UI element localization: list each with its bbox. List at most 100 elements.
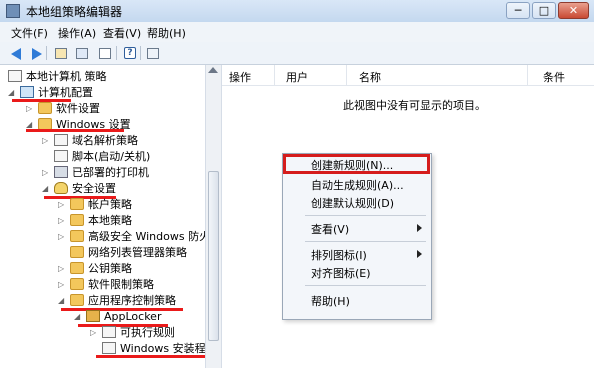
column-separator[interactable] (346, 65, 347, 85)
computer-icon (20, 86, 34, 98)
scroll-up-icon[interactable] (208, 67, 218, 73)
menu-item-line-up-icons[interactable]: 对齐图标(E) (284, 264, 428, 281)
folder-icon (38, 102, 52, 114)
folder-icon (70, 294, 84, 306)
menu-item-arrange-icons[interactable]: 排列图标(I) (284, 246, 428, 263)
tree-item-security-settings[interactable]: ◢ 安全设置 (42, 181, 204, 196)
tree-item-windows-installer[interactable]: Windows 安装程序 (90, 341, 205, 356)
collapsed-arrow-icon[interactable]: ▷ (42, 136, 52, 145)
column-headers: 操作 用户 名称 条件 (222, 65, 594, 86)
collapsed-arrow-icon[interactable]: ▷ (58, 216, 68, 225)
column-header-user[interactable]: 用户 (286, 69, 308, 85)
console-tree-icon[interactable] (73, 45, 90, 61)
tree-item-account-policy[interactable]: ▷ 帐户策略 (58, 197, 204, 212)
tree-item-software-restriction[interactable]: ▷ 软件限制策略 (58, 277, 204, 292)
grid-icon[interactable] (144, 45, 161, 61)
tree-item-scripts[interactable]: 脚本(启动/关机) (42, 149, 204, 164)
applocker-icon (86, 310, 100, 322)
menu-view[interactable]: 查看(V) (103, 25, 141, 41)
printer-icon (54, 166, 68, 178)
tree-label: 网络列表管理器策略 (88, 246, 187, 259)
tree-label: 应用程序控制策略 (88, 294, 176, 307)
tree-item-app-control[interactable]: ◢ 应用程序控制策略 (58, 293, 204, 308)
scrollbar-thumb[interactable] (208, 171, 219, 341)
tree-label: 本地计算机 策略 (26, 70, 107, 83)
menu-item-auto-generate-rules[interactable]: 自动生成规则(A)... (284, 176, 428, 193)
collapsed-arrow-icon[interactable]: ▷ (58, 200, 68, 209)
menu-file[interactable]: 文件(F) (11, 25, 48, 41)
up-folder-icon[interactable] (52, 45, 69, 61)
toolbar-separator (140, 46, 141, 60)
collapsed-arrow-icon[interactable]: ▷ (58, 232, 68, 241)
menu-item-label: 查看(V) (311, 223, 350, 236)
tree-item-deployed-printers[interactable]: ▷ 已部署的打印机 (42, 165, 204, 180)
help-icon[interactable]: ? (121, 45, 138, 61)
expanded-arrow-icon[interactable]: ◢ (8, 88, 18, 97)
column-separator[interactable] (274, 65, 275, 85)
column-separator[interactable] (527, 65, 528, 85)
menu-item-create-default-rules[interactable]: 创建默认规则(D) (284, 194, 428, 211)
tree-item-dns-policy[interactable]: ▷ 域名解析策略 (42, 133, 204, 148)
submenu-arrow-icon (417, 224, 422, 232)
collapsed-arrow-icon[interactable]: ▷ (42, 168, 52, 177)
menu-item-create-new-rule[interactable]: 创建新规则(N)... (283, 154, 430, 174)
back-icon[interactable] (7, 45, 24, 61)
title-bar: 本地组策略编辑器 ─ □ ✕ (0, 0, 594, 23)
policy-icon (8, 70, 22, 82)
menu-item-view[interactable]: 查看(V) (284, 220, 428, 237)
column-header-condition[interactable]: 条件 (543, 69, 565, 85)
menu-item-label: 自动生成规则(A)... (311, 179, 404, 192)
column-header-action[interactable]: 操作 (229, 69, 251, 85)
tree-item-root[interactable]: 本地计算机 策略 (4, 69, 204, 84)
tree-item-software-settings[interactable]: ▷ 软件设置 (26, 101, 204, 116)
app-icon (6, 4, 20, 18)
script-icon (54, 150, 68, 162)
tree-item-local-policy[interactable]: ▷ 本地策略 (58, 213, 204, 228)
collapsed-arrow-icon[interactable]: ▷ (58, 264, 68, 273)
context-menu: 创建新规则(N)... 自动生成规则(A)... 创建默认规则(D) 查看(V)… (282, 153, 432, 320)
tree-item-computer-config[interactable]: ◢ 计算机配置 (8, 85, 204, 100)
folder-icon (70, 230, 84, 242)
tree-label: 脚本(启动/关机) (72, 150, 151, 163)
maximize-button[interactable]: □ (532, 2, 556, 19)
menu-item-help[interactable]: 帮助(H) (284, 292, 428, 309)
tree-item-firewall[interactable]: ▷ 高级安全 Windows 防火墙 (58, 229, 205, 244)
submenu-arrow-icon (417, 250, 422, 258)
tree-label: 软件设置 (56, 102, 100, 115)
collapsed-arrow-icon[interactable]: ▷ (26, 104, 36, 113)
tree-item-applocker[interactable]: ◢ AppLocker (74, 309, 204, 324)
tree-item-public-key[interactable]: ▷ 公钥策略 (58, 261, 204, 276)
tree-label: 计算机配置 (38, 86, 93, 99)
menu-bar: 文件(F) 操作(A) 查看(V) 帮助(H) (0, 22, 594, 43)
menu-separator (305, 285, 426, 286)
forward-icon[interactable] (27, 45, 44, 61)
expanded-arrow-icon[interactable]: ◢ (74, 312, 84, 321)
menu-action[interactable]: 操作(A) (58, 25, 96, 41)
collapsed-arrow-icon[interactable]: ▷ (90, 328, 100, 337)
window-title: 本地组策略编辑器 (26, 5, 123, 19)
menu-item-label: 创建默认规则(D) (311, 197, 395, 210)
properties-icon[interactable] (96, 45, 113, 61)
expanded-arrow-icon[interactable]: ◢ (58, 296, 68, 305)
tree-item-network-list[interactable]: 网络列表管理器策略 (58, 245, 204, 260)
minimize-button[interactable]: ─ (506, 2, 530, 19)
folder-icon (70, 246, 84, 258)
tree-label: 高级安全 Windows 防火墙 (88, 230, 205, 243)
expanded-arrow-icon[interactable]: ◢ (42, 184, 52, 193)
empty-view-message: 此视图中没有可显示的项目。 (343, 99, 486, 112)
menu-separator (305, 241, 426, 242)
tree-item-executable-rules[interactable]: ▷ 可执行规则 (90, 325, 204, 340)
tree-label: 域名解析策略 (72, 134, 138, 147)
security-icon (54, 182, 68, 194)
menu-item-label: 排列图标(I) (311, 249, 367, 262)
rules-icon (102, 326, 116, 338)
column-header-name[interactable]: 名称 (359, 69, 381, 85)
folder-icon (70, 214, 84, 226)
menu-help[interactable]: 帮助(H) (147, 25, 186, 41)
close-button[interactable]: ✕ (558, 2, 589, 19)
tree-label: 公钥策略 (88, 262, 132, 275)
tree-scrollbar[interactable] (205, 65, 222, 368)
collapsed-arrow-icon[interactable]: ▷ (58, 280, 68, 289)
expanded-arrow-icon[interactable]: ◢ (26, 120, 36, 129)
tree-label: 帐户策略 (88, 198, 132, 211)
